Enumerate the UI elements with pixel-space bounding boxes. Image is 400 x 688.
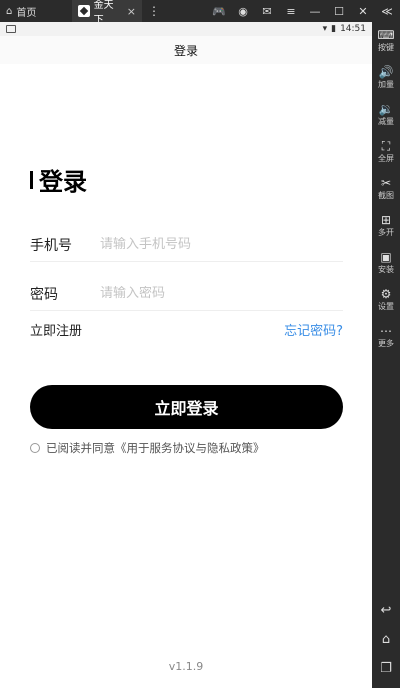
apk-install-icon: ▣ [380, 250, 392, 264]
sidebar-item-label: 减量 [378, 117, 394, 126]
minimize-icon[interactable]: — [308, 5, 322, 18]
page-title: 登录 [173, 43, 198, 58]
heading-accent-bar [30, 170, 33, 189]
sidebar-item-4[interactable]: ✂ 截图 [372, 170, 400, 207]
emulator-toolbar: ⌂ 首页 金天下 × ⋮ 🎮 ◉ ✉ ≡ — ☐ ✕ ≪ [0, 0, 400, 26]
phone-label: 手机号 [30, 237, 72, 254]
battery-icon: ▮ [331, 24, 337, 34]
fullscreen-icon: ⛶ [381, 139, 391, 153]
android-status-bar: ▾ ▮ 14:51 [0, 22, 372, 36]
agreement-row: 已阅读并同意《用于服务协议与隐私政策》 [30, 440, 265, 456]
sidebar-item-2[interactable]: 🔉 减量 [372, 96, 400, 133]
sidebar-item-label: 全屏 [378, 154, 394, 163]
sidebar-item-1[interactable]: 🔊 加量 [372, 59, 400, 96]
sidebar-item-5[interactable]: ⊞ 多开 [372, 207, 400, 244]
volume-down-icon: 🔉 [378, 102, 394, 116]
gear-icon: ⚙ [380, 287, 392, 301]
page-header: 登录 [0, 36, 372, 64]
sidebar-item-8[interactable]: ⋯ 更多 [372, 318, 400, 355]
login-heading-text: 登录 [39, 168, 87, 196]
collapse-sidebar-icon[interactable]: ≪ [380, 5, 394, 18]
sidebar-item-label: 更多 [378, 339, 394, 348]
status-time: 14:51 [340, 24, 366, 34]
keyboard-icon: ⌨ [377, 28, 395, 42]
register-link[interactable]: 立即注册 [30, 320, 82, 339]
auth-links: 立即注册 忘记密码? [30, 320, 343, 339]
login-button[interactable]: 立即登录 [30, 385, 343, 429]
emulator-home-tab[interactable]: ⌂ 首页 [0, 0, 72, 22]
emulator-app-tab[interactable]: 金天下 × [72, 0, 142, 26]
emulator-sidebar: ⌨ 按键 🔊 加量 🔉 减量 ⛶ 全屏 ✂ 截图 ⊞ 多开 ▣ 安装 ⚙ 设置 ⋯ 更多 ↩ ⌂ ❐ [372, 22, 400, 688]
menu-icon[interactable]: ≡ [284, 5, 298, 18]
mail-icon[interactable]: ✉ [260, 5, 274, 18]
sidebar-item-3[interactable]: ⛶ 全屏 [372, 133, 400, 170]
wifi-icon: ▾ [322, 24, 328, 34]
more-icon: ⋯ [380, 324, 392, 338]
home-tab-label: 首页 [16, 7, 37, 19]
app-logo-icon [78, 5, 90, 17]
sidebar-item-6[interactable]: ▣ 安装 [372, 244, 400, 281]
sidebar-item-label: 安装 [378, 265, 394, 274]
home-nav-icon[interactable]: ⌂ [382, 632, 390, 647]
maximize-icon[interactable]: ☐ [332, 5, 346, 18]
sidebar-item-label: 截图 [378, 191, 394, 200]
sidebar-item-0[interactable]: ⌨ 按键 [372, 22, 400, 59]
phone-screen: ▾ ▮ 14:51 登录 登录 手机号 密码 立即注册 忘记密码? 立即登录 已… [0, 22, 372, 688]
notification-icon [6, 25, 16, 33]
multi-instance-icon: ⊞ [380, 213, 392, 227]
close-icon[interactable]: × [127, 5, 136, 18]
phone-input[interactable] [100, 237, 330, 252]
sidebar-item-label: 设置 [378, 302, 394, 311]
gamepad-icon[interactable]: 🎮 [212, 5, 226, 18]
window-close-icon[interactable]: ✕ [356, 5, 370, 18]
account-icon[interactable]: ◉ [236, 5, 250, 18]
volume-up-icon: 🔊 [378, 65, 394, 79]
sidebar-item-label: 多开 [378, 228, 394, 237]
agreement-radio[interactable] [30, 443, 40, 453]
home-icon: ⌂ [6, 5, 13, 17]
agreement-text[interactable]: 已阅读并同意《用于服务协议与隐私政策》 [46, 440, 265, 456]
recent-apps-icon[interactable]: ❐ [380, 661, 392, 676]
phone-field: 手机号 [30, 228, 343, 262]
password-input[interactable] [100, 286, 330, 301]
forgot-password-link[interactable]: 忘记密码? [284, 320, 343, 339]
kebab-menu-icon[interactable]: ⋮ [142, 4, 166, 18]
password-field: 密码 [30, 277, 343, 311]
sidebar-item-label: 加量 [378, 80, 394, 89]
back-icon[interactable]: ↩ [381, 603, 392, 618]
password-label: 密码 [30, 286, 58, 303]
scissors-icon: ✂ [380, 176, 392, 190]
app-version: v1.1.9 [168, 660, 204, 673]
sidebar-item-label: 按键 [378, 43, 394, 52]
login-heading: 登录 [30, 162, 87, 197]
sidebar-item-7[interactable]: ⚙ 设置 [372, 281, 400, 318]
